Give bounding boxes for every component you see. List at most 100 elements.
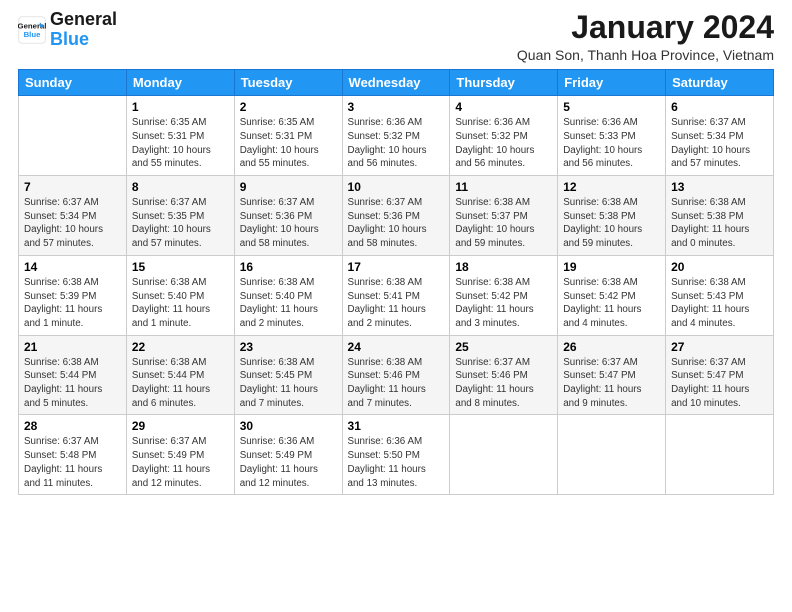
calendar-week-2: 14Sunrise: 6:38 AMSunset: 5:39 PMDayligh…	[19, 255, 774, 335]
calendar-cell: 10 Sunrise: 6:37 AMSunset: 5:36 PMDayligh…	[342, 176, 450, 256]
day-info: Sunrise: 6:37 AMSunset: 5:46 PMDaylight:…	[455, 356, 552, 411]
day-number: 1	[132, 100, 229, 114]
calendar-cell	[450, 415, 558, 495]
day-info: Sunrise: 6:38 AMSunset: 5:41 PMDaylight:…	[348, 276, 445, 331]
calendar-cell: 15 Sunrise: 6:38 AMSunset: 5:40 PMDayligh…	[126, 255, 234, 335]
day-info: Sunrise: 6:35 AMSunset: 5:31 PMDaylight:…	[240, 116, 337, 171]
day-info: Sunrise: 6:37 AMSunset: 5:34 PMDaylight:…	[671, 116, 768, 171]
day-info: Sunrise: 6:37 AMSunset: 5:35 PMDaylight:…	[132, 196, 229, 251]
calendar-page: General Blue GeneralBlue January 2024 Qu…	[0, 0, 792, 612]
calendar-cell: 22Sunrise: 6:38 AMSunset: 5:44 PMDayligh…	[126, 335, 234, 415]
weekday-header-sunday: Sunday	[19, 70, 127, 96]
weekday-header-row: SundayMondayTuesdayWednesdayThursdayFrid…	[19, 70, 774, 96]
day-number: 16	[240, 260, 337, 274]
calendar-week-1: 7Sunrise: 6:37 AMSunset: 5:34 PMDaylight…	[19, 176, 774, 256]
day-number: 25	[455, 340, 552, 354]
day-info: Sunrise: 6:38 AMSunset: 5:37 PMDaylight:…	[455, 196, 552, 251]
calendar-cell: 2 Sunrise: 6:35 AMSunset: 5:31 PMDaylight…	[234, 96, 342, 176]
day-number: 8	[132, 180, 229, 194]
day-number: 18	[455, 260, 552, 274]
calendar-cell: 16 Sunrise: 6:38 AMSunset: 5:40 PMDayligh…	[234, 255, 342, 335]
day-info: Sunrise: 6:38 AMSunset: 5:45 PMDaylight:…	[240, 356, 337, 411]
day-number: 20	[671, 260, 768, 274]
day-info: Sunrise: 6:38 AMSunset: 5:46 PMDaylight:…	[348, 356, 445, 411]
weekday-header-friday: Friday	[558, 70, 666, 96]
day-number: 12	[563, 180, 660, 194]
day-info: Sunrise: 6:37 AMSunset: 5:48 PMDaylight:…	[24, 435, 121, 490]
calendar-title: January 2024	[517, 10, 774, 45]
day-info: Sunrise: 6:36 AMSunset: 5:32 PMDaylight:…	[348, 116, 445, 171]
day-number: 2	[240, 100, 337, 114]
calendar-cell: 3 Sunrise: 6:36 AMSunset: 5:32 PMDaylight…	[342, 96, 450, 176]
day-info: Sunrise: 6:36 AMSunset: 5:32 PMDaylight:…	[455, 116, 552, 171]
day-number: 6	[671, 100, 768, 114]
weekday-header-saturday: Saturday	[666, 70, 774, 96]
logo-text: GeneralBlue	[50, 10, 117, 50]
calendar-cell: 13 Sunrise: 6:38 AMSunset: 5:38 PMDayligh…	[666, 176, 774, 256]
day-number: 4	[455, 100, 552, 114]
day-info: Sunrise: 6:38 AMSunset: 5:42 PMDaylight:…	[563, 276, 660, 331]
day-info: Sunrise: 6:38 AMSunset: 5:39 PMDaylight:…	[24, 276, 121, 331]
day-number: 23	[240, 340, 337, 354]
calendar-cell: 23 Sunrise: 6:38 AMSunset: 5:45 PMDayligh…	[234, 335, 342, 415]
day-number: 13	[671, 180, 768, 194]
day-number: 9	[240, 180, 337, 194]
calendar-cell: 12 Sunrise: 6:38 AMSunset: 5:38 PMDayligh…	[558, 176, 666, 256]
logo: General Blue GeneralBlue	[18, 10, 117, 50]
calendar-cell: 6 Sunrise: 6:37 AMSunset: 5:34 PMDaylight…	[666, 96, 774, 176]
weekday-header-wednesday: Wednesday	[342, 70, 450, 96]
weekday-header-thursday: Thursday	[450, 70, 558, 96]
day-number: 7	[24, 180, 121, 194]
day-number: 28	[24, 419, 121, 433]
day-info: Sunrise: 6:38 AMSunset: 5:40 PMDaylight:…	[132, 276, 229, 331]
day-number: 19	[563, 260, 660, 274]
svg-text:Blue: Blue	[24, 30, 42, 39]
weekday-header-tuesday: Tuesday	[234, 70, 342, 96]
day-number: 27	[671, 340, 768, 354]
calendar-cell: 17 Sunrise: 6:38 AMSunset: 5:41 PMDayligh…	[342, 255, 450, 335]
calendar-body: 1 Sunrise: 6:35 AMSunset: 5:31 PMDaylight…	[19, 96, 774, 495]
calendar-cell: 19 Sunrise: 6:38 AMSunset: 5:42 PMDayligh…	[558, 255, 666, 335]
calendar-cell: 27 Sunrise: 6:37 AMSunset: 5:47 PMDayligh…	[666, 335, 774, 415]
day-info: Sunrise: 6:37 AMSunset: 5:47 PMDaylight:…	[671, 356, 768, 411]
title-block: January 2024 Quan Son, Thanh Hoa Provinc…	[517, 10, 774, 63]
day-number: 3	[348, 100, 445, 114]
calendar-cell: 7Sunrise: 6:37 AMSunset: 5:34 PMDaylight…	[19, 176, 127, 256]
calendar-cell: 4 Sunrise: 6:36 AMSunset: 5:32 PMDaylight…	[450, 96, 558, 176]
day-info: Sunrise: 6:36 AMSunset: 5:50 PMDaylight:…	[348, 435, 445, 490]
day-number: 10	[348, 180, 445, 194]
calendar-cell: 31 Sunrise: 6:36 AMSunset: 5:50 PMDayligh…	[342, 415, 450, 495]
calendar-week-0: 1 Sunrise: 6:35 AMSunset: 5:31 PMDaylight…	[19, 96, 774, 176]
day-info: Sunrise: 6:36 AMSunset: 5:49 PMDaylight:…	[240, 435, 337, 490]
calendar-cell	[666, 415, 774, 495]
day-number: 31	[348, 419, 445, 433]
calendar-cell: 18 Sunrise: 6:38 AMSunset: 5:42 PMDayligh…	[450, 255, 558, 335]
calendar-cell: 5 Sunrise: 6:36 AMSunset: 5:33 PMDaylight…	[558, 96, 666, 176]
day-number: 26	[563, 340, 660, 354]
day-info: Sunrise: 6:36 AMSunset: 5:33 PMDaylight:…	[563, 116, 660, 171]
calendar-cell: 24Sunrise: 6:38 AMSunset: 5:46 PMDayligh…	[342, 335, 450, 415]
day-info: Sunrise: 6:37 AMSunset: 5:49 PMDaylight:…	[132, 435, 229, 490]
day-info: Sunrise: 6:38 AMSunset: 5:38 PMDaylight:…	[563, 196, 660, 251]
day-number: 17	[348, 260, 445, 274]
day-info: Sunrise: 6:38 AMSunset: 5:38 PMDaylight:…	[671, 196, 768, 251]
calendar-subtitle: Quan Son, Thanh Hoa Province, Vietnam	[517, 47, 774, 63]
calendar-week-3: 21 Sunrise: 6:38 AMSunset: 5:44 PMDayligh…	[19, 335, 774, 415]
day-info: Sunrise: 6:38 AMSunset: 5:44 PMDaylight:…	[24, 356, 121, 411]
calendar-cell: 1Sunrise: 6:35 AMSunset: 5:31 PMDaylight…	[126, 96, 234, 176]
header: General Blue GeneralBlue January 2024 Qu…	[18, 10, 774, 63]
day-info: Sunrise: 6:37 AMSunset: 5:36 PMDaylight:…	[348, 196, 445, 251]
logo-icon: General Blue	[18, 16, 46, 44]
calendar-cell: 8 Sunrise: 6:37 AMSunset: 5:35 PMDaylight…	[126, 176, 234, 256]
day-info: Sunrise: 6:38 AMSunset: 5:42 PMDaylight:…	[455, 276, 552, 331]
day-number: 5	[563, 100, 660, 114]
day-number: 21	[24, 340, 121, 354]
calendar-cell: 11 Sunrise: 6:38 AMSunset: 5:37 PMDayligh…	[450, 176, 558, 256]
day-info: Sunrise: 6:37 AMSunset: 5:36 PMDaylight:…	[240, 196, 337, 251]
day-number: 11	[455, 180, 552, 194]
day-info: Sunrise: 6:38 AMSunset: 5:40 PMDaylight:…	[240, 276, 337, 331]
calendar-cell: 26Sunrise: 6:37 AMSunset: 5:47 PMDayligh…	[558, 335, 666, 415]
calendar-cell: 9 Sunrise: 6:37 AMSunset: 5:36 PMDaylight…	[234, 176, 342, 256]
day-number: 15	[132, 260, 229, 274]
calendar-cell	[558, 415, 666, 495]
